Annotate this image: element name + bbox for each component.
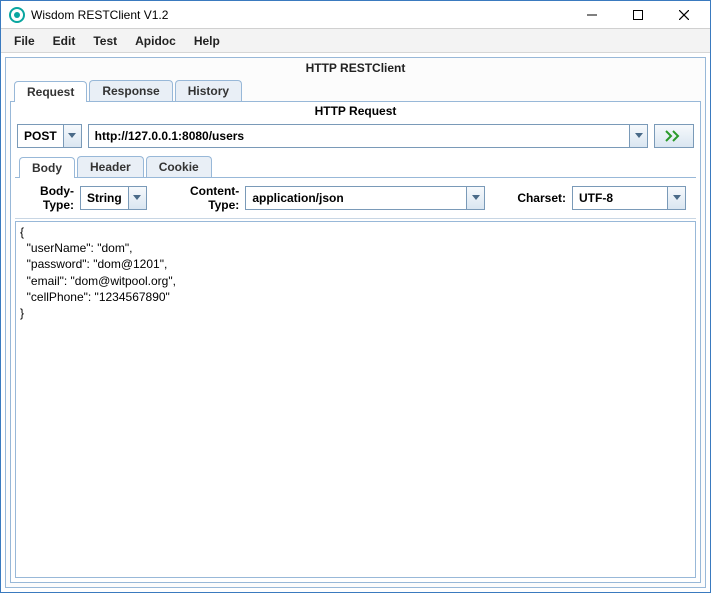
tab-response[interactable]: Response: [89, 80, 172, 101]
double-chevron-right-icon: [665, 130, 683, 142]
titlebar: Wisdom RESTClient V1.2: [1, 1, 710, 29]
tab-body[interactable]: Body: [19, 157, 75, 178]
outer-panel: HTTP RESTClient Request Response History…: [5, 57, 706, 588]
body-type-select[interactable]: String: [80, 186, 147, 210]
tab-header[interactable]: Header: [77, 156, 144, 177]
inner-tabs: Body Header Cookie: [11, 152, 700, 177]
method-select[interactable]: POST: [17, 124, 82, 148]
charset-select[interactable]: UTF-8: [572, 186, 686, 210]
request-panel: HTTP Request POST: [10, 101, 701, 583]
chevron-down-icon[interactable]: [629, 125, 647, 147]
body-settings-row: Body-Type: String Content-Type: applicat…: [15, 177, 696, 219]
menu-file[interactable]: File: [7, 32, 42, 50]
close-button[interactable]: [672, 5, 696, 25]
charset-value: UTF-8: [573, 191, 667, 205]
minimize-button[interactable]: [580, 5, 604, 25]
menubar: File Edit Test Apidoc Help: [1, 29, 710, 53]
url-input[interactable]: [89, 125, 629, 147]
app-icon: [9, 7, 25, 23]
menu-apidoc[interactable]: Apidoc: [128, 32, 183, 50]
app-window: Wisdom RESTClient V1.2 File Edit Test Ap…: [0, 0, 711, 593]
window-title: Wisdom RESTClient V1.2: [31, 8, 168, 22]
url-row: POST: [11, 120, 700, 152]
menu-help[interactable]: Help: [187, 32, 227, 50]
tab-request[interactable]: Request: [14, 81, 87, 102]
charset-label: Charset:: [517, 191, 566, 205]
outer-panel-title: HTTP RESTClient: [6, 58, 705, 78]
chevron-down-icon: [63, 125, 81, 147]
content-type-value: application/json: [246, 191, 466, 205]
maximize-button[interactable]: [626, 5, 650, 25]
chevron-down-icon: [128, 187, 146, 209]
content-type-select[interactable]: application/json: [245, 186, 485, 210]
method-value: POST: [18, 129, 63, 143]
body-type-label: Body-Type:: [25, 184, 74, 212]
send-button[interactable]: [654, 124, 694, 148]
tab-cookie[interactable]: Cookie: [146, 156, 212, 177]
chevron-down-icon: [667, 187, 685, 209]
window-controls: [580, 5, 706, 25]
menu-test[interactable]: Test: [86, 32, 124, 50]
main-tabs: Request Response History: [6, 78, 705, 101]
tab-history[interactable]: History: [175, 80, 242, 101]
content-type-label: Content-Type:: [179, 184, 240, 212]
chevron-down-icon: [466, 187, 484, 209]
body-type-value: String: [81, 191, 128, 205]
menu-edit[interactable]: Edit: [46, 32, 83, 50]
request-section-title: HTTP Request: [11, 102, 700, 120]
url-combo: [88, 124, 648, 148]
request-body-textarea[interactable]: [15, 221, 696, 578]
